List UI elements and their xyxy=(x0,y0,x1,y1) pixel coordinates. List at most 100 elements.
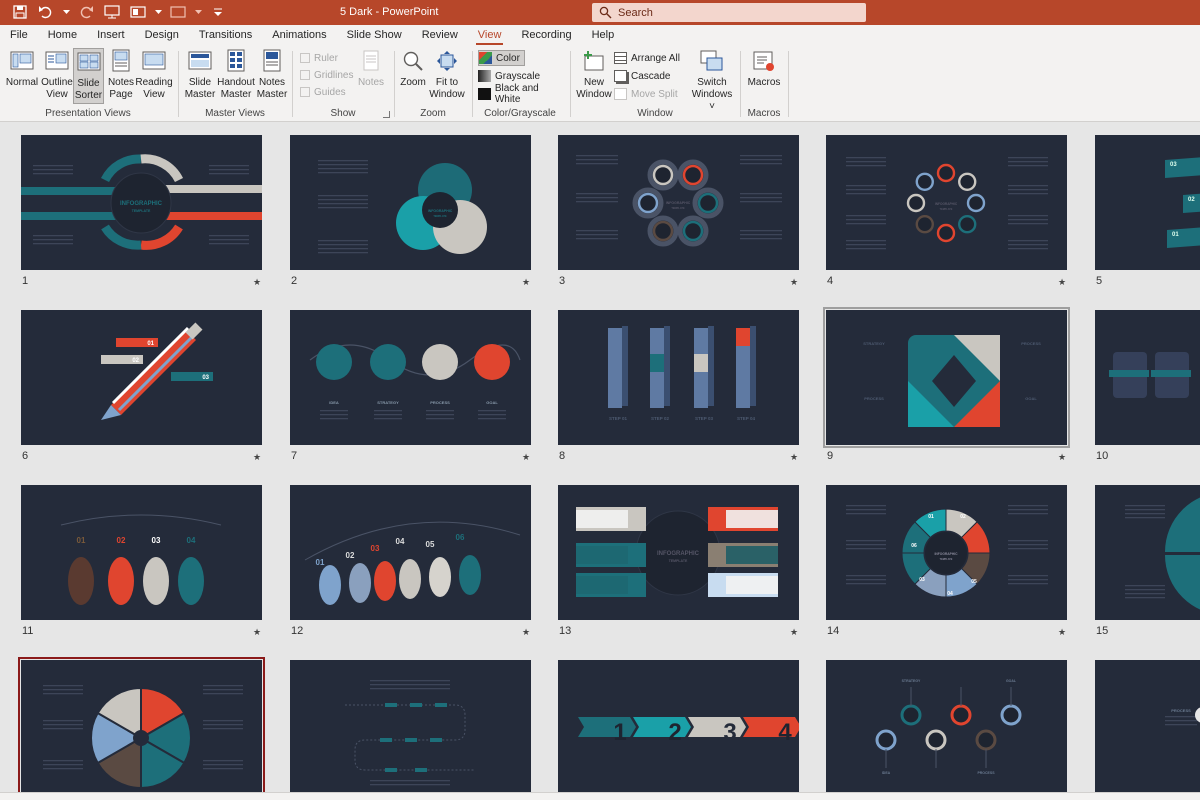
tab-insert[interactable]: Insert xyxy=(87,25,135,46)
arrange-all-button[interactable]: Arrange All xyxy=(614,50,680,66)
slide-thumbnail-14[interactable]: INFOGRAPHIC TEMPLATE 01 02 03 04 05 06 xyxy=(826,485,1067,620)
macros-button[interactable]: Macros xyxy=(746,48,782,89)
slide-number: 7 xyxy=(291,450,298,462)
slide-thumbnail-2[interactable]: INFOGRAPHIC TEMPLATE xyxy=(290,135,531,270)
slide-thumbnail-10[interactable] xyxy=(1095,310,1200,445)
start-slideshow-icon[interactable] xyxy=(128,3,148,21)
placeholder-text xyxy=(576,234,618,236)
handout-master-button[interactable]: Handout Master xyxy=(216,48,256,101)
dialog-launcher-icon[interactable] xyxy=(383,111,390,118)
slide-thumbnail-19[interactable]: STRATEGY GOAL IDEA PROCESS xyxy=(826,660,1067,792)
notes-master-button[interactable]: Notes Master xyxy=(256,48,288,101)
slide-thumbnail-20[interactable]: PROCESS xyxy=(1095,660,1200,792)
tab-help[interactable]: Help xyxy=(582,25,625,46)
zoom-button[interactable]: Zoom xyxy=(398,48,428,89)
placeholder-text xyxy=(43,685,83,687)
slide-thumbnail-9[interactable]: STRATEGY PROCESS PROCESS GOAL xyxy=(823,307,1070,448)
reading-view-button[interactable]: Reading View xyxy=(135,48,173,101)
transition-star-icon[interactable]: ★ xyxy=(522,627,530,638)
tab-design[interactable]: Design xyxy=(135,25,189,46)
slide-thumbnail-17[interactable] xyxy=(290,660,531,792)
transition-star-icon[interactable]: ★ xyxy=(522,452,530,463)
transition-star-icon[interactable]: ★ xyxy=(790,627,798,638)
save-icon[interactable] xyxy=(10,3,30,21)
slideshow-dropdown-icon[interactable] xyxy=(154,3,162,21)
tab-transitions[interactable]: Transitions xyxy=(189,25,262,46)
slide-thumbnail-18[interactable]: 1 2 3 4 xyxy=(558,660,799,792)
slide-text: 05 xyxy=(426,540,435,549)
notes-button[interactable]: Notes xyxy=(356,48,386,89)
tab-file[interactable]: File xyxy=(0,25,38,46)
cascade-button[interactable]: Cascade xyxy=(614,68,670,84)
callout-text-area xyxy=(576,546,628,564)
tab-view[interactable]: View xyxy=(468,25,512,46)
tab-slide-show[interactable]: Slide Show xyxy=(337,25,412,46)
guides-checkbox[interactable]: Guides xyxy=(300,84,346,100)
new-slide-dropdown-icon[interactable] xyxy=(194,3,202,21)
transition-star-icon[interactable]: ★ xyxy=(253,452,261,463)
slide-thumbnail-4[interactable]: INFOGRAPHIC TEMPLATE xyxy=(826,135,1067,270)
ruler-checkbox[interactable]: Ruler xyxy=(300,50,338,66)
slide-thumbnail-5[interactable]: 03 02 01 xyxy=(1095,135,1200,270)
slide-sorter-button[interactable]: Slide Sorter xyxy=(73,48,104,104)
slide-thumbnail-3[interactable]: INFOGRAPHIC TEMPLATE xyxy=(558,135,799,270)
slide-thumbnail-6[interactable]: 01 02 03 xyxy=(21,310,262,445)
search-box[interactable]: Search xyxy=(592,3,866,22)
outline-view-button[interactable]: Outline View xyxy=(40,48,74,101)
slide-thumbnail-11[interactable]: 01 02 03 04 xyxy=(21,485,262,620)
new-slide-icon[interactable] xyxy=(168,3,188,21)
new-window-label-2: Window xyxy=(576,89,612,100)
slide-thumbnail-8[interactable]: STEP 01 STEP 02 STEP 03 STEP 04 xyxy=(558,310,799,445)
customize-qat-icon[interactable] xyxy=(208,3,228,21)
transition-star-icon[interactable]: ★ xyxy=(1058,277,1066,288)
transition-star-icon[interactable]: ★ xyxy=(790,452,798,463)
slide-thumbnail-16[interactable] xyxy=(18,657,265,792)
tab-animations[interactable]: Animations xyxy=(262,25,336,46)
slide-text: 2 xyxy=(668,719,681,746)
tab-recording[interactable]: Recording xyxy=(511,25,581,46)
color-grayscale-label: Color/Grayscale xyxy=(484,108,556,119)
present-icon[interactable] xyxy=(102,3,122,21)
undo-dropdown-icon[interactable] xyxy=(62,3,70,21)
slide-text: 04 xyxy=(947,591,953,597)
gridlines-checkbox[interactable]: Gridlines xyxy=(300,67,353,83)
transition-star-icon[interactable]: ★ xyxy=(253,627,261,638)
tab-review[interactable]: Review xyxy=(412,25,468,46)
switch-windows-button[interactable]: Switch Windows ˅ xyxy=(690,48,734,113)
slide-thumbnail-15[interactable] xyxy=(1095,485,1200,620)
grayscale-button[interactable]: Grayscale xyxy=(478,68,540,84)
new-window-button[interactable]: New Window xyxy=(576,48,612,101)
transition-star-icon[interactable]: ★ xyxy=(1058,627,1066,638)
placeholder-text xyxy=(33,243,73,245)
outline-view-label-2: View xyxy=(46,89,68,100)
slide-thumbnail-1[interactable]: INFOGRAPHIC TEMPLATE xyxy=(21,135,262,270)
black-white-label: Black and White xyxy=(494,83,539,105)
undo-icon[interactable] xyxy=(36,3,56,21)
fit-to-window-button[interactable]: Fit to Window xyxy=(428,48,466,101)
slide-text: 01 xyxy=(316,558,325,567)
slide-text: GOAL xyxy=(1006,679,1017,683)
placeholder-text xyxy=(846,165,886,167)
guides-checkbox-box xyxy=(300,87,310,97)
notes-icon xyxy=(358,48,384,74)
gridlines-checkbox-box xyxy=(300,70,310,80)
slide-text: INFOGRAPHIC xyxy=(935,202,958,206)
placeholder-text xyxy=(209,239,249,241)
color-button[interactable]: Color xyxy=(478,50,525,66)
tab-home[interactable]: Home xyxy=(38,25,87,46)
slide-thumbnail-12[interactable]: 01 02 03 04 05 06 xyxy=(290,485,531,620)
normal-view-button[interactable]: Normal xyxy=(5,48,39,89)
transition-star-icon[interactable]: ★ xyxy=(790,277,798,288)
black-and-white-button[interactable]: Black and White xyxy=(478,83,566,105)
transition-star-icon[interactable]: ★ xyxy=(253,277,261,288)
slide-thumbnail-13[interactable]: INFOGRAPHIC TEMPLATE xyxy=(558,485,799,620)
slide-master-button[interactable]: Slide Master xyxy=(184,48,216,101)
slide-thumbnail-7[interactable]: IDEA STRATEGY PROCESS GOAL xyxy=(290,310,531,445)
move-split-button[interactable]: Move Split xyxy=(614,86,678,102)
node-circle xyxy=(875,729,897,751)
placeholder-text xyxy=(33,173,73,175)
transition-star-icon[interactable]: ★ xyxy=(1058,452,1066,463)
transition-star-icon[interactable]: ★ xyxy=(522,277,530,288)
notes-page-button[interactable]: Notes Page xyxy=(105,48,137,101)
redo-icon[interactable] xyxy=(76,3,96,21)
